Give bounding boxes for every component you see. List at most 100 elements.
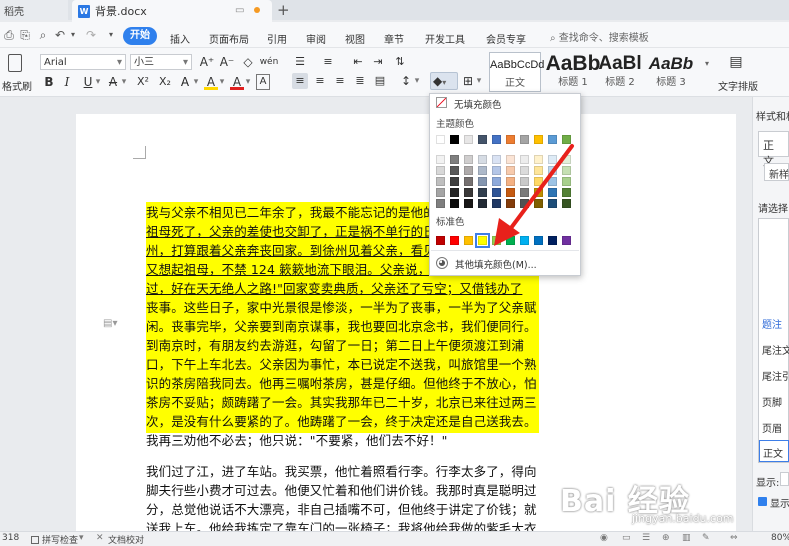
text-effect-button[interactable]: A [178, 74, 192, 90]
no-fill-option[interactable]: 无填充颜色 [454, 97, 502, 111]
export-icon[interactable]: ⎘ [18, 28, 32, 42]
text-layout-label[interactable]: 文字排版 [718, 78, 758, 93]
tab-developer[interactable]: 开发工具 [425, 31, 465, 46]
tab-insert[interactable]: 插入 [170, 31, 190, 46]
line-spacing-button[interactable]: ↕ [398, 73, 414, 89]
font-grow-button[interactable]: A⁺ [198, 54, 216, 70]
underline-button[interactable]: U [82, 74, 94, 90]
paragraph-fill-button[interactable]: ◆▾ [430, 72, 458, 90]
bold-button[interactable]: B [42, 74, 56, 90]
theme-color-swatch[interactable] [450, 188, 459, 197]
redo-icon[interactable]: ↷ [84, 28, 98, 42]
font-shrink-button[interactable]: A⁻ [218, 54, 236, 70]
paragraph-2[interactable]: 我们过了江，进了车站。我买票，他忙着照看行李。行李太多了，得向 脚夫行些小费才可过… [146, 462, 541, 531]
eye-icon[interactable]: ◉ [600, 533, 608, 543]
style-heading-2[interactable]: AaBl 标题 2 [597, 52, 643, 92]
tab-references[interactable]: 引用 [267, 31, 287, 46]
numbered-list-button[interactable]: ≡ [320, 54, 336, 70]
border-button[interactable]: ⊞ [461, 73, 475, 89]
fit-page-icon[interactable]: ⇔ [730, 533, 738, 543]
theme-color-swatch[interactable] [478, 188, 487, 197]
standard-color-swatch[interactable] [475, 233, 490, 248]
zoom-level[interactable]: 80% [771, 533, 789, 543]
tab-view[interactable]: 视图 [345, 31, 365, 46]
text-layout-icon[interactable]: ▤ [726, 54, 746, 70]
theme-color-swatch[interactable] [464, 199, 473, 208]
theme-color-swatch[interactable] [436, 166, 445, 175]
tab-docer[interactable]: 稻壳 [0, 0, 68, 20]
style-item-endnote-text[interactable]: 尾注文 [762, 342, 789, 357]
style-heading-3[interactable]: AaBb 标题 3 [645, 52, 697, 92]
monitor-icon[interactable]: ▭ [235, 5, 244, 16]
theme-color-swatch[interactable] [436, 188, 445, 197]
align-center-button[interactable]: ≡ [312, 73, 328, 89]
strikethrough-button[interactable]: A [106, 74, 120, 90]
clear-format-button[interactable]: ◇ [240, 54, 256, 70]
format-brush-icon[interactable] [8, 54, 22, 72]
align-right-button[interactable]: ≡ [332, 73, 348, 89]
tab-chapter[interactable]: 章节 [384, 31, 404, 46]
new-tab-button[interactable]: + [277, 1, 290, 19]
superscript-button[interactable]: X² [134, 74, 152, 90]
theme-color-swatch[interactable] [450, 155, 459, 164]
line-spacing-dropdown-icon[interactable]: ▾ [413, 73, 421, 89]
underline-dropdown-icon[interactable]: ▾ [94, 74, 102, 90]
spell-check-dropdown-icon[interactable]: ▾ [79, 533, 84, 543]
theme-color-swatch[interactable] [478, 199, 487, 208]
read-mode-icon[interactable]: ▥ [682, 533, 691, 543]
style-item-normal[interactable]: 正文 [759, 440, 789, 462]
show-select[interactable] [780, 472, 789, 486]
show-checkbox[interactable] [758, 497, 767, 506]
no-fill-icon[interactable] [436, 97, 447, 108]
highlight-dropdown-icon[interactable]: ▾ [218, 74, 226, 90]
theme-color-swatch[interactable] [464, 166, 473, 175]
style-gallery-more-icon[interactable]: ▾ [702, 56, 712, 72]
font-name-select[interactable]: Arial ▾ [40, 54, 126, 70]
theme-color-swatch[interactable] [478, 166, 487, 175]
more-fill-colors-option[interactable]: 其他填充颜色(M)... [455, 257, 537, 271]
highlight-button[interactable]: A [204, 74, 218, 90]
subscript-button[interactable]: X₂ [156, 74, 174, 90]
tab-home[interactable]: 开始 [123, 27, 157, 45]
theme-color-swatch[interactable] [450, 177, 459, 186]
theme-color-swatch[interactable] [450, 166, 459, 175]
border-dropdown-icon[interactable]: ▾ [475, 73, 483, 89]
tab-member[interactable]: 会员专享 [486, 31, 526, 46]
tab-page-layout[interactable]: 页面布局 [209, 31, 249, 46]
theme-color-swatch[interactable] [436, 177, 445, 186]
preview-icon[interactable]: ⌕ [36, 28, 50, 42]
bullet-list-button[interactable]: ☰ [292, 54, 308, 70]
style-normal[interactable]: AaBbCcDd 正文 [489, 52, 544, 92]
print-icon[interactable]: ⎙ [2, 28, 16, 42]
theme-color-swatch[interactable] [478, 155, 487, 164]
style-item-header[interactable]: 页眉 [762, 420, 782, 435]
theme-color-swatch[interactable] [464, 155, 473, 164]
style-item-footer[interactable]: 页脚 [762, 394, 782, 409]
theme-color-swatch[interactable] [450, 135, 459, 144]
align-left-button[interactable]: ≡ [292, 73, 308, 89]
paragraph-handle-icon[interactable]: ▤▾ [103, 318, 117, 329]
theme-color-swatch[interactable] [464, 188, 473, 197]
outdent-button[interactable]: ⇤ [350, 54, 366, 70]
doc-check-button[interactable]: 文档校对 [108, 533, 144, 546]
pinyin-button[interactable]: wén [258, 54, 280, 70]
page-view-icon[interactable]: ▭ [622, 533, 631, 543]
font-color-button[interactable]: A [230, 74, 244, 90]
outline-view-icon[interactable]: ☰ [642, 533, 650, 543]
italic-button[interactable]: I [60, 74, 74, 90]
font-size-select[interactable]: 小三 ▾ [130, 54, 192, 70]
char-border-button[interactable]: A [256, 74, 270, 90]
web-view-icon[interactable]: ⊕ [662, 533, 670, 543]
spell-check-button[interactable]: 拼写检查 [42, 533, 78, 546]
undo-icon[interactable]: ↶ [53, 28, 67, 42]
theme-color-swatch[interactable] [478, 177, 487, 186]
format-brush-label[interactable]: 格式刷 [2, 78, 32, 93]
write-mode-icon[interactable]: ✎ [702, 533, 710, 543]
palette-icon[interactable]: ◕ [436, 257, 448, 269]
style-item-endnote-ref[interactable]: 尾注引 [762, 368, 789, 383]
theme-color-swatch[interactable] [436, 135, 445, 144]
sort-button[interactable]: ⇅ [392, 54, 408, 70]
theme-color-swatch[interactable] [464, 135, 473, 144]
theme-color-swatch[interactable] [450, 199, 459, 208]
text-effect-dropdown-icon[interactable]: ▾ [192, 74, 200, 90]
